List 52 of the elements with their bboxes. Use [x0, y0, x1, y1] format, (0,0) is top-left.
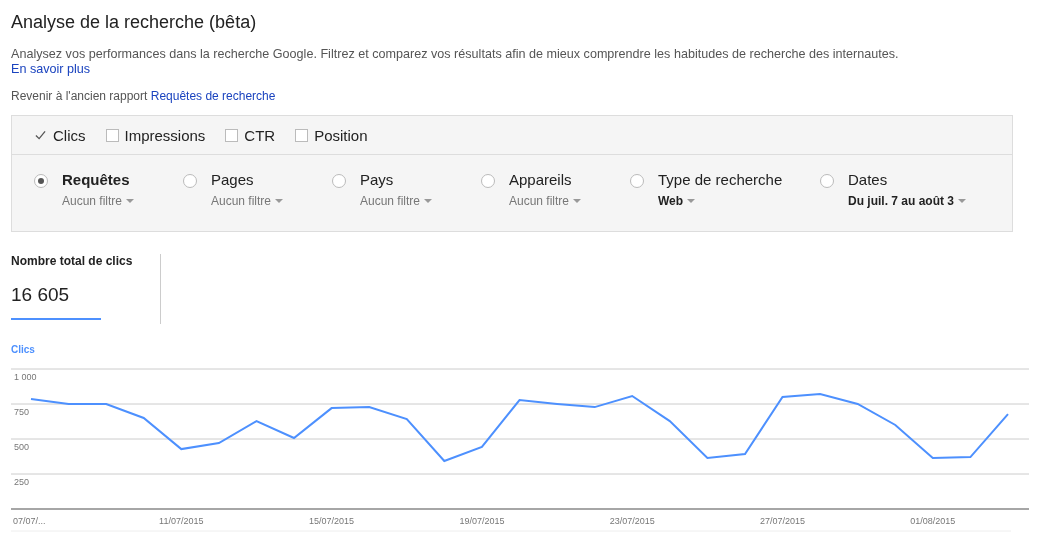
caret-icon [573, 199, 582, 203]
checkbox[interactable] [105, 128, 119, 142]
dimension-label: Pages [211, 171, 255, 188]
caret-icon [126, 199, 135, 203]
caret-icon [958, 199, 966, 203]
checkbox[interactable] [295, 128, 309, 142]
total-label: Nombre total de clics [11, 254, 134, 268]
x-tick-label: 01/08/2015 [910, 516, 956, 526]
y-tick-label: 750 [14, 407, 30, 417]
total-value: 16 605 [11, 284, 101, 320]
x-tick-label: 07/07/... [13, 516, 46, 526]
x-tick-label: 15/07/2015 [309, 516, 355, 526]
dimension-label: Dates [848, 171, 889, 188]
filter-dropdown[interactable]: Aucun filtre [211, 194, 284, 208]
total-clicks-card[interactable]: Nombre total de clics 16 605 [11, 254, 161, 324]
learn-more-link[interactable]: En savoir plus [11, 62, 91, 76]
filter-dropdown[interactable]: Du juil. 7 au août 3 [848, 194, 966, 208]
filter-dropdown[interactable]: Aucun filtre [360, 194, 433, 208]
radio-button[interactable] [34, 174, 48, 188]
filter-dropdown[interactable]: Aucun filtre [62, 194, 135, 208]
x-tick-label: 23/07/2015 [609, 516, 655, 526]
radio-button[interactable] [183, 174, 197, 188]
caret-icon [275, 199, 284, 203]
x-tick-label: 11/07/2015 [159, 516, 204, 526]
checkbox[interactable] [225, 128, 239, 142]
x-tick-label: 27/07/2015 [760, 516, 806, 526]
radio-button[interactable] [481, 174, 495, 188]
radio-button[interactable] [820, 174, 834, 188]
radio-button[interactable] [332, 174, 346, 188]
y-tick-label: 1 000 [14, 372, 37, 382]
metric-label: Impressions [124, 126, 206, 144]
radio-button[interactable] [630, 174, 644, 188]
dimension-label: Type de recherche [658, 171, 783, 188]
filter-dropdown[interactable]: Aucun filtre [509, 194, 582, 208]
checkbox[interactable] [34, 128, 47, 142]
y-tick-label: 250 [14, 477, 30, 487]
caret-icon [424, 199, 433, 203]
metric-label: Clics [53, 126, 86, 144]
metric-label: Position [314, 126, 368, 144]
metric-label: CTR [244, 126, 276, 144]
dimension-label: Pays [360, 171, 395, 188]
caret-icon [687, 199, 696, 203]
dimension-label: Requêtes [62, 171, 131, 188]
dimension-label: Appareils [509, 171, 573, 188]
search-queries-link[interactable]: Requêtes de recherche [150, 89, 276, 103]
x-tick-label: 19/07/2015 [459, 516, 505, 526]
y-tick-label: 500 [14, 442, 30, 452]
page-title: Analyse de la recherche (bêta) [11, 12, 258, 33]
series-label: Clics [11, 344, 36, 355]
back-text: Revenir à l'ancien rapport [11, 89, 148, 103]
page-description: Analysez vos performances dans la recherche Google. Filtrez et comparez vos résultats afin de mieux comprendre les habitudes de recherche des internautes. [11, 47, 899, 61]
filter-dropdown[interactable]: Web [658, 194, 783, 208]
